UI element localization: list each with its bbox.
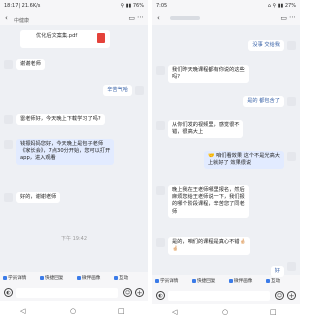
more-icon[interactable]: ⋯ <box>137 13 144 21</box>
tool-quick-reply[interactable]: 快捷回复 <box>40 275 63 281</box>
profile-icon <box>77 275 81 280</box>
emoji-icon[interactable]: ☺ <box>123 288 132 297</box>
tool-quick-reply[interactable]: 快捷回复 <box>192 278 215 284</box>
video-call-icon[interactable]: ▭ <box>280 14 287 22</box>
avatar[interactable] <box>4 115 13 124</box>
interaction-icon <box>114 275 118 280</box>
pdf-icon <box>97 33 105 43</box>
avatar[interactable] <box>156 121 165 130</box>
plus-icon[interactable]: + <box>287 291 296 300</box>
avatar[interactable] <box>287 262 296 271</box>
message-input[interactable] <box>168 291 270 301</box>
avatar[interactable] <box>287 41 296 50</box>
tool-student-details[interactable]: 学员详情 <box>155 278 178 284</box>
outgoing-message: 🤝 咱们看效果 这个不是光高大 上就好了 效果很说 <box>203 151 284 170</box>
nav-home-icon[interactable]: ○ <box>70 307 76 315</box>
incoming-message: 从你们发的视频里，感觉很不 错，很高大上 <box>168 120 244 139</box>
incoming-message: 我们昨天晚课程都有你说的这些 吗? <box>168 65 249 84</box>
quick-reply-icon <box>192 278 196 283</box>
status-bar: 18:17| 21.6K/s ⚲ ▮▮ 76% <box>0 0 148 11</box>
input-bar: ◐ ☺ + <box>152 288 300 304</box>
avatar[interactable] <box>287 152 296 161</box>
emoji-icon[interactable]: ☺ <box>275 291 284 300</box>
tool-student-details[interactable]: 学员详情 <box>3 275 26 281</box>
status-icons: ⚲ ▮▮ 76% <box>120 3 144 9</box>
tool-interaction[interactable]: 互动 <box>114 275 128 281</box>
left-phone-screenshot: 18:17| 21.6K/s ⚲ ▮▮ 76% ‹ 中健康 ▭ ⋯ 优化后文案集… <box>0 0 148 324</box>
tool-interaction[interactable]: 互动 <box>266 278 280 284</box>
voice-icon[interactable]: ◐ <box>156 291 165 300</box>
plus-icon[interactable]: + <box>135 288 144 297</box>
back-arrow-icon[interactable]: ‹ <box>5 14 8 22</box>
status-bar: 7:05 ⌂ ⚲ ▮▮ 27% <box>152 0 300 11</box>
avatar[interactable] <box>156 238 165 247</box>
nav-back-icon[interactable]: ◁ <box>172 308 177 316</box>
incoming-message: 谢谢老师 <box>16 59 45 71</box>
status-time: 18:17| 21.6K/s <box>4 3 41 9</box>
voice-icon[interactable]: ◐ <box>4 288 13 297</box>
more-icon[interactable]: ⋯ <box>289 13 296 21</box>
chat-toolbar: 学员详情 快捷回复 微伴画像 互动 <box>0 272 148 285</box>
system-nav-bar: ◁ ○ □ <box>0 301 148 324</box>
student-details-icon <box>155 278 159 283</box>
avatar[interactable] <box>4 193 13 202</box>
outgoing-message: 没事 交给我 <box>248 40 284 52</box>
avatar[interactable] <box>156 186 165 195</box>
student-details-icon <box>3 275 7 280</box>
incoming-message: 是的，咱们的课程是真心不错🤞🏻 🤞🏻 <box>168 237 250 256</box>
outgoing-message: 好 <box>270 266 284 278</box>
system-nav-bar: ◁ ○ □ <box>152 304 300 324</box>
right-phone-screenshot: 7:05 ⌂ ⚲ ▮▮ 27% ‹ ▭ ⋯ 没事 交给我 我们昨天晚课程都有你说… <box>152 0 300 324</box>
message-timestamp: 下午 19:42 <box>61 236 87 242</box>
status-icons: ⌂ ⚲ ▮▮ 27% <box>267 3 296 9</box>
avatar[interactable] <box>156 66 165 75</box>
chat-header: ‹ ▭ ⋯ <box>152 11 300 25</box>
avatar[interactable] <box>287 97 296 106</box>
status-time: 7:05 <box>156 3 168 9</box>
tool-profile[interactable]: 微伴画像 <box>77 275 100 281</box>
profile-icon <box>229 278 233 283</box>
chat-subtitle: 中健康 <box>14 18 30 24</box>
nav-recents-icon[interactable]: □ <box>270 308 277 316</box>
nav-recents-icon[interactable]: □ <box>118 307 125 315</box>
interaction-icon <box>266 278 270 283</box>
avatar[interactable] <box>4 140 13 149</box>
incoming-message: 钱振妈妈您好，今天晚上是包子老师 《家长会》，7点30分开始，您可以打开 app… <box>16 139 115 165</box>
incoming-message: 好的，谢谢老师 <box>16 192 61 204</box>
nav-back-icon[interactable]: ◁ <box>20 307 25 315</box>
nav-home-icon[interactable]: ○ <box>222 308 228 316</box>
incoming-message: 晚上我在王老师哪里报名，然后 麻烦您给王老师说一下，我们报 的哪个阶段课程，辛苦… <box>168 185 249 218</box>
file-name: 优化后文案集.pdf <box>36 33 78 39</box>
message-input[interactable] <box>16 288 118 298</box>
video-call-icon[interactable]: ▭ <box>128 14 135 22</box>
outgoing-message: 辛苦气哈 <box>103 85 132 97</box>
avatar[interactable] <box>4 60 13 69</box>
outgoing-message: 是的 都包含了 <box>243 96 284 108</box>
file-message[interactable]: 优化后文案集.pdf <box>20 30 110 48</box>
incoming-message: 雷老师好，今天晚上下载学习了吗? <box>16 114 105 126</box>
back-arrow-icon[interactable]: ‹ <box>157 14 160 22</box>
tool-profile[interactable]: 微伴画像 <box>229 278 252 284</box>
quick-reply-icon <box>40 275 44 280</box>
chat-title-redacted <box>170 16 200 20</box>
avatar[interactable] <box>135 86 144 95</box>
input-bar: ◐ ☺ + <box>0 285 148 301</box>
chat-header: ‹ 中健康 ▭ ⋯ <box>0 11 148 25</box>
